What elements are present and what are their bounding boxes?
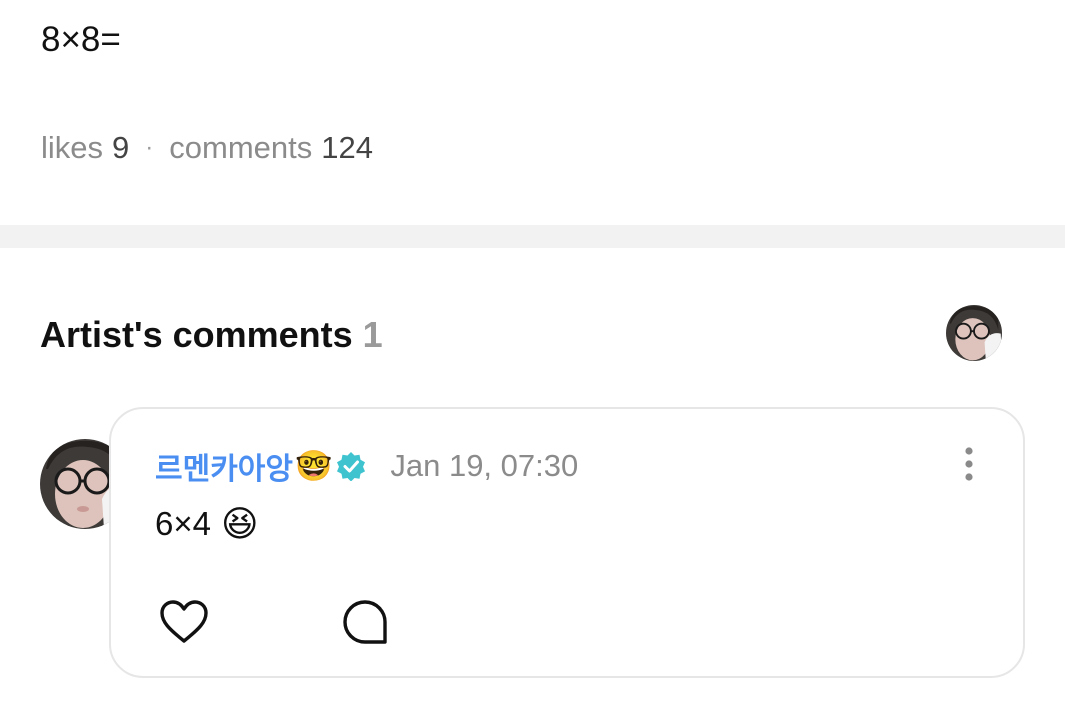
artist-comments-count: 1 — [362, 314, 383, 355]
comments-count[interactable]: 124 — [321, 128, 373, 168]
artist-avatar-header[interactable] — [946, 305, 1002, 361]
comment-timestamp: Jan 19, 07:30 — [390, 448, 579, 483]
verified-badge-icon — [337, 452, 366, 481]
comment-bubble-icon[interactable] — [342, 599, 388, 645]
comment-author-row: 르멘카아앙 🤓 Jan 19, 07:30 — [155, 446, 578, 486]
stats-separator: · — [145, 134, 154, 161]
heart-icon[interactable] — [159, 599, 209, 645]
likes-count: 9 — [112, 130, 130, 165]
more-vertical-icon[interactable] — [965, 447, 973, 481]
comments-label[interactable]: comments — [169, 128, 312, 168]
artist-comments-title: Artist's comments 1 — [40, 313, 383, 357]
comment-author-name[interactable]: 르멘카아앙 — [155, 444, 293, 488]
comment-card: 르멘카아앙 🤓 Jan 19, 07:30 6×4 😆 — [109, 407, 1025, 678]
artist-comments-label: Artist's comments — [40, 314, 353, 355]
author-emoji: 🤓 — [295, 449, 333, 483]
comment-text: 6×4 — [155, 505, 211, 542]
likes-label: likes — [41, 130, 104, 165]
post-text: 8×8= — [41, 20, 121, 59]
post-stats: likes 9 · comments 124 — [41, 128, 373, 168]
section-divider — [0, 225, 1065, 248]
comment-emoji: 😆 — [220, 503, 259, 544]
comment-body: 6×4 😆 — [155, 504, 259, 544]
